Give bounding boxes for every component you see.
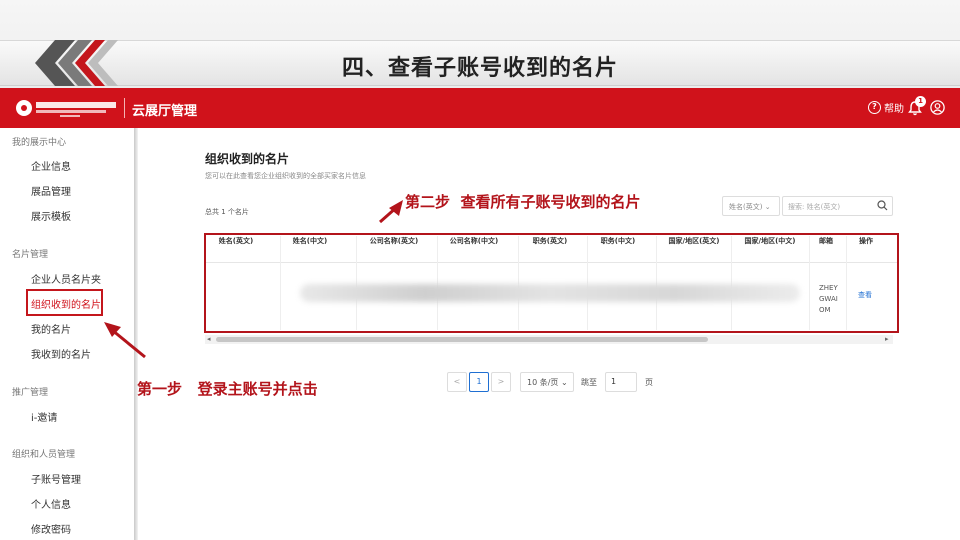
column-header-email: 邮箱	[819, 237, 833, 245]
page-suffix-label: 页	[645, 378, 653, 387]
row-email-line: ZHEY	[819, 284, 838, 292]
column-header-name-en: 姓名(英文)	[218, 237, 254, 245]
column-divider	[280, 236, 281, 330]
column-divider	[809, 236, 810, 330]
sidebar-group-cards: 名片管理	[12, 250, 49, 260]
sidebar-item-staff-cards[interactable]: 企业人员名片夹	[31, 271, 101, 286]
column-header-country-en: 国家/地区(英文)	[668, 237, 720, 245]
jump-label: 跳至	[581, 378, 597, 387]
total-count: 总共 1 个名片	[205, 208, 249, 216]
sidebar-item-company-info[interactable]: 企业信息	[31, 158, 71, 173]
step2-annotation: 第二步 查看所有子账号收到的名片	[405, 193, 641, 211]
sidebar-group-promotion: 推广管理	[12, 388, 49, 398]
row-email-line: GWAI	[819, 295, 838, 303]
sidebar-item-invite[interactable]: i-邀请	[31, 409, 57, 424]
column-divider	[846, 236, 847, 330]
canton-fair-logo	[16, 100, 116, 117]
column-divider	[587, 236, 588, 330]
scroll-right-icon[interactable]: ▸	[885, 335, 889, 343]
sidebar-item-exhibits[interactable]: 展品管理	[31, 183, 71, 198]
cards-table-highlight-box	[204, 233, 899, 333]
filter-select[interactable]: 姓名(英文) ⌄	[722, 196, 780, 216]
highlight-box-step1	[26, 289, 103, 316]
view-card-link[interactable]: 查看	[858, 290, 872, 300]
sidebar-item-my-card[interactable]: 我的名片	[31, 321, 71, 336]
column-header-title-cn: 职务(中文)	[600, 237, 636, 245]
column-divider	[731, 236, 732, 330]
sidebar-item-change-password[interactable]: 修改密码	[31, 521, 71, 536]
page-1-button[interactable]: 1	[469, 372, 489, 392]
user-icon[interactable]	[930, 100, 945, 115]
sidebar-group-org: 组织和人员管理	[12, 450, 76, 460]
page-description: 您可以在此查看您企业组织收到的全部买家名片信息	[205, 172, 366, 180]
row-email-line: OM	[819, 306, 831, 314]
page-size-select[interactable]: 10 条/页 ⌄	[520, 372, 574, 392]
column-header-action: 操作	[859, 237, 873, 245]
column-header-company-en: 公司名称(英文)	[369, 237, 419, 245]
search-icon[interactable]	[877, 200, 888, 211]
sidebar-group-showcase: 我的展示中心	[12, 138, 67, 148]
page-size-value: 10 条/页	[527, 378, 559, 387]
help-label: 帮助	[884, 104, 904, 115]
column-header-title-en: 职务(英文)	[532, 237, 568, 245]
next-page-button[interactable]: >	[491, 372, 511, 392]
sidebar-item-my-received-cards[interactable]: 我收到的名片	[31, 346, 91, 361]
scroll-left-icon[interactable]: ◂	[207, 335, 211, 343]
column-divider	[356, 236, 357, 330]
column-header-company-cn: 公司名称(中文)	[449, 237, 499, 245]
column-divider	[437, 236, 438, 330]
scrollbar-thumb[interactable]	[216, 337, 708, 342]
table-header-divider	[206, 262, 897, 263]
sidebar-item-templates[interactable]: 展示模板	[31, 208, 71, 223]
question-icon: ?	[868, 101, 881, 114]
app-name: 云展厅管理	[132, 104, 198, 119]
jump-page-input[interactable]: 1	[605, 372, 637, 392]
column-header-name-cn: 姓名(中文)	[292, 237, 328, 245]
step1-annotation: 第一步 登录主账号并点击	[137, 380, 318, 398]
slide-title: 四、查看子账号收到的名片	[341, 56, 618, 81]
filter-select-value: 姓名(英文)	[729, 203, 763, 211]
sidebar-divider	[134, 128, 138, 540]
column-divider	[518, 236, 519, 330]
row-email-cell: ZHEY GWAI OM	[819, 283, 838, 316]
help-button[interactable]: ? 帮助	[868, 100, 904, 115]
logo-separator	[124, 98, 125, 118]
notification-badge: 1	[915, 96, 926, 107]
page-title: 组织收到的名片	[205, 152, 290, 166]
prev-page-button[interactable]: <	[447, 372, 467, 392]
column-header-country-cn: 国家/地区(中文)	[744, 237, 796, 245]
column-divider	[656, 236, 657, 330]
sidebar-item-subaccounts[interactable]: 子账号管理	[31, 471, 81, 486]
blurred-row-content	[300, 284, 800, 302]
sidebar-item-personal-info[interactable]: 个人信息	[31, 496, 71, 511]
